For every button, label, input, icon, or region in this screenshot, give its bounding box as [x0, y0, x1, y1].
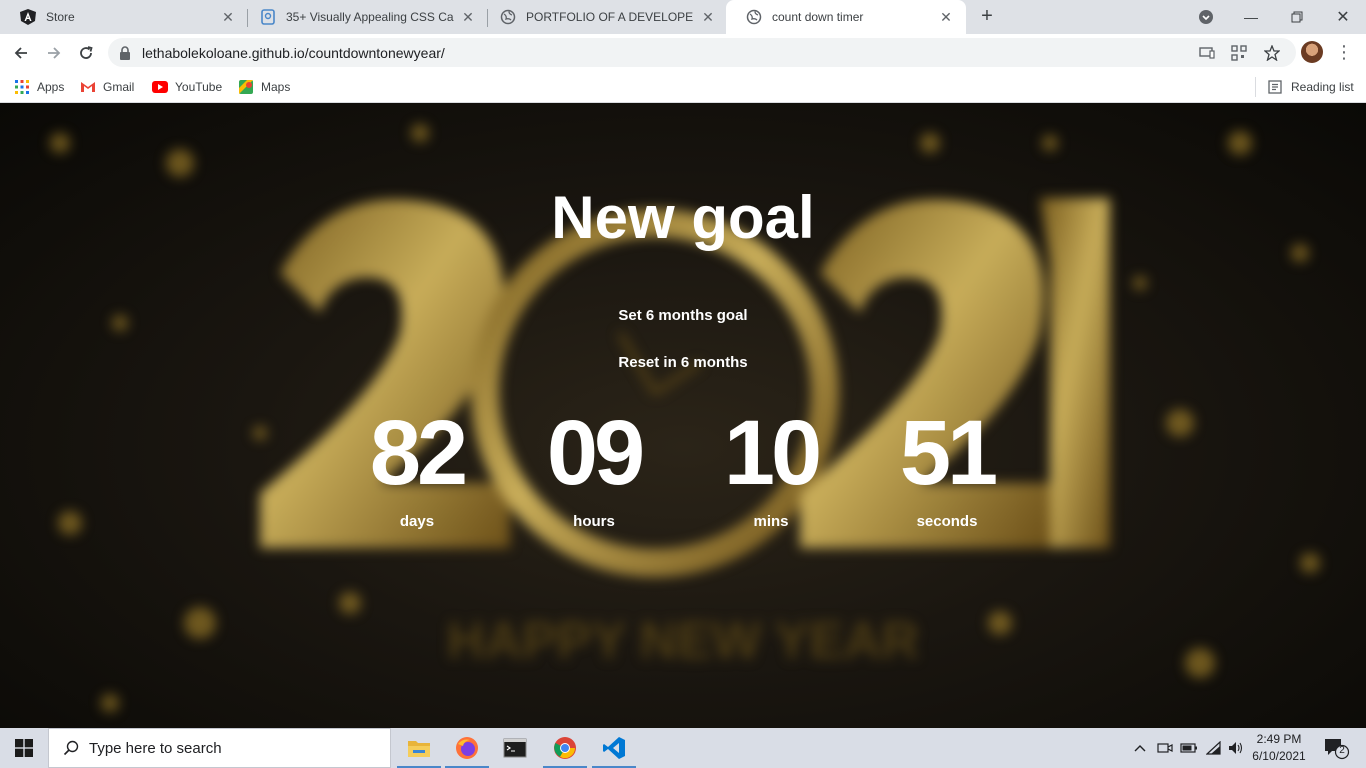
- browser-tab-strip: Store ✕ 35+ Visually Appealing CSS Card …: [0, 0, 1366, 34]
- countdown-days: 82 days: [329, 403, 505, 530]
- angular-icon: [20, 9, 36, 25]
- page-title: New goal: [551, 184, 815, 251]
- reload-button[interactable]: [73, 40, 99, 66]
- countdown-mins: 10 mins: [683, 403, 859, 530]
- search-icon: [61, 738, 81, 758]
- globe-icon: [746, 9, 762, 25]
- close-icon[interactable]: ✕: [460, 9, 476, 25]
- clock-time: 2:49 PM: [1256, 732, 1302, 746]
- new-tab-button[interactable]: +: [975, 5, 999, 29]
- windows-logo-icon: [15, 739, 33, 757]
- tab-title: count down timer: [772, 10, 864, 24]
- tab-search-icon[interactable]: [1198, 9, 1214, 25]
- bookmark-youtube[interactable]: YouTube: [152, 77, 222, 97]
- hours-value: 09: [546, 402, 645, 504]
- close-icon[interactable]: ✕: [938, 9, 954, 25]
- mins-label: mins: [753, 513, 789, 530]
- apps-grid-icon: [14, 79, 30, 95]
- clock-date: 6/10/2021: [1252, 749, 1306, 763]
- vscode-icon: [603, 737, 625, 759]
- taskbar-terminal[interactable]: [491, 728, 539, 768]
- countdown-content: New goal Set 6 months goal Reset in 6 mo…: [0, 103, 1366, 728]
- back-button[interactable]: [8, 40, 34, 66]
- restore-button[interactable]: [1274, 0, 1320, 34]
- countdown-hours: 09 hours: [506, 403, 682, 530]
- countdown-page: HAPPY NEW YEAR New goal Set 6 months goa…: [0, 103, 1366, 728]
- days-label: days: [399, 513, 435, 530]
- lock-icon: [120, 46, 130, 60]
- address-bar[interactable]: lethabolekoloane.github.io/countdowntone…: [108, 38, 1296, 67]
- maps-icon: [238, 79, 254, 95]
- reload-icon: [80, 46, 93, 59]
- seconds-label: seconds: [916, 513, 978, 530]
- star-icon[interactable]: [1263, 44, 1281, 62]
- taskbar-search-box[interactable]: Type here to search: [48, 728, 391, 768]
- bookmark-label: Apps: [37, 80, 65, 94]
- volume-icon[interactable]: [1227, 738, 1245, 758]
- profile-avatar[interactable]: [1301, 41, 1323, 63]
- tab-title: 35+ Visually Appealing CSS Card: [286, 10, 454, 24]
- bookmark-label: Gmail: [103, 80, 135, 94]
- tab-css-cards[interactable]: 35+ Visually Appealing CSS Card ✕: [240, 0, 488, 34]
- tab-title: Store: [46, 10, 75, 24]
- bookmark-gmail[interactable]: Gmail: [80, 77, 134, 97]
- url-text: lethabolekoloane.github.io/countdowntone…: [142, 45, 445, 61]
- youtube-icon: [152, 79, 168, 95]
- goal-subtitle: Set 6 months goal: [618, 307, 748, 324]
- taskbar-vscode[interactable]: [590, 728, 638, 768]
- wifi-icon[interactable]: [1205, 738, 1223, 758]
- bookmarks-bar: Apps Gmail YouTube Maps Reading list: [0, 71, 1366, 103]
- arrow-left-icon: [14, 47, 27, 59]
- hours-label: hours: [573, 513, 615, 530]
- bookmark-apps[interactable]: Apps: [14, 77, 64, 97]
- browser-toolbar: lethabolekoloane.github.io/countdowntone…: [0, 34, 1366, 71]
- globe-icon: [500, 9, 516, 25]
- forward-button[interactable]: [41, 40, 67, 66]
- file-explorer-icon: [408, 741, 430, 757]
- gmail-icon: [80, 79, 96, 95]
- close-window-button[interactable]: ✕: [1320, 0, 1366, 34]
- battery-icon[interactable]: [1180, 738, 1198, 758]
- firefox-icon: [456, 737, 478, 759]
- seconds-value: 51: [899, 402, 998, 504]
- menu-kebab-icon[interactable]: ⋮: [1335, 40, 1353, 64]
- bookmark-maps[interactable]: Maps: [238, 77, 290, 97]
- start-button[interactable]: [0, 728, 48, 768]
- close-icon[interactable]: ✕: [220, 9, 236, 25]
- bookmark-label: Maps: [261, 80, 291, 94]
- system-clock[interactable]: 2:49 PM 6/10/2021: [1246, 731, 1312, 765]
- terminal-icon: [503, 738, 527, 758]
- page-icon: [260, 9, 276, 25]
- meet-now-icon[interactable]: [1156, 738, 1174, 758]
- reset-subtitle: Reset in 6 months: [618, 354, 748, 371]
- mins-value: 10: [723, 402, 822, 504]
- minimize-button[interactable]: —: [1228, 0, 1274, 34]
- tab-countdown-timer[interactable]: count down timer ✕: [726, 0, 966, 34]
- arrow-right-icon: [48, 47, 61, 59]
- days-value: 82: [369, 402, 468, 504]
- taskbar-file-explorer[interactable]: [395, 728, 443, 768]
- show-hidden-icons-chevron-icon[interactable]: [1131, 738, 1149, 758]
- cast-icon[interactable]: [1198, 44, 1216, 62]
- taskbar-firefox[interactable]: [443, 728, 491, 768]
- reading-list-button[interactable]: Reading list: [1255, 77, 1354, 97]
- reading-list-icon: [1268, 79, 1284, 95]
- notification-count: 2: [1339, 745, 1345, 756]
- notification-center-button[interactable]: 2: [1322, 736, 1350, 760]
- qr-code-icon[interactable]: [1230, 44, 1248, 62]
- tab-store[interactable]: Store ✕: [0, 0, 248, 34]
- tab-portfolio[interactable]: PORTFOLIO OF A DEVELOPER ✕: [480, 0, 728, 34]
- chrome-icon: [554, 737, 576, 759]
- taskbar-chrome[interactable]: [541, 728, 589, 768]
- tab-title: PORTFOLIO OF A DEVELOPER: [526, 10, 694, 24]
- bookmark-label: YouTube: [175, 80, 223, 94]
- reading-list-label: Reading list: [1291, 80, 1354, 94]
- search-placeholder: Type here to search: [89, 739, 222, 757]
- countdown-seconds: 51 seconds: [859, 403, 1035, 530]
- windows-taskbar: Type here to search 2:49 PM 6/10/2021 2: [0, 728, 1366, 768]
- close-icon[interactable]: ✕: [700, 9, 716, 25]
